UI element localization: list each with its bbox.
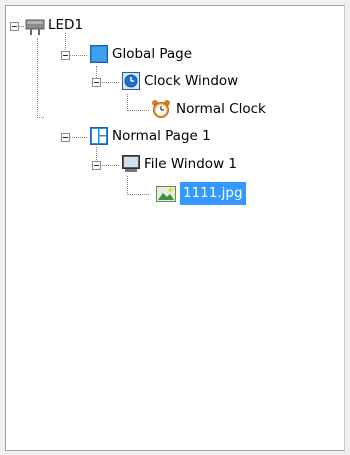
image-file-icon bbox=[156, 185, 176, 203]
tree-connector-line bbox=[127, 176, 128, 195]
tree-node-label-1111-jpg[interactable]: 1111.jpg bbox=[180, 182, 246, 205]
collapse-toggle-led1[interactable] bbox=[10, 22, 19, 31]
tree-connector-line bbox=[70, 137, 87, 138]
tree-connector-line bbox=[102, 82, 119, 83]
collapse-toggle-file-window-1[interactable] bbox=[92, 161, 101, 170]
tree-node-label-led1[interactable]: LED1 bbox=[46, 16, 85, 35]
led-screen-icon bbox=[25, 18, 45, 36]
tree-connector-line bbox=[127, 194, 149, 195]
collapse-toggle-global-page[interactable] bbox=[61, 51, 70, 60]
tree-connector-line bbox=[127, 94, 128, 111]
tree-node-label-normal-page-1[interactable]: Normal Page 1 bbox=[110, 127, 213, 146]
clock-window-icon bbox=[122, 72, 140, 90]
tree-node-label-global-page[interactable]: Global Page bbox=[110, 45, 194, 64]
tree-node-label-clock-window[interactable]: Clock Window bbox=[142, 72, 240, 91]
tree-connector-line bbox=[19, 26, 24, 27]
file-window-icon bbox=[122, 155, 140, 173]
tree-connector-line bbox=[102, 165, 119, 166]
tree-connector-line bbox=[37, 117, 44, 118]
alarm-clock-icon bbox=[151, 99, 171, 119]
tree-connector-line bbox=[37, 38, 38, 118]
collapse-toggle-clock-window[interactable] bbox=[92, 78, 101, 87]
tree-view[interactable]: LED1 Global Page Clock Window Normal Clo… bbox=[5, 5, 345, 451]
normal-page-icon bbox=[90, 127, 108, 145]
tree-connector-line bbox=[70, 55, 87, 56]
tree-node-label-normal-clock[interactable]: Normal Clock bbox=[174, 100, 268, 119]
tree-connector-line bbox=[127, 110, 149, 111]
global-page-icon bbox=[90, 45, 108, 63]
collapse-toggle-normal-page-1[interactable] bbox=[61, 133, 70, 142]
tree-node-label-file-window-1[interactable]: File Window 1 bbox=[142, 155, 239, 174]
